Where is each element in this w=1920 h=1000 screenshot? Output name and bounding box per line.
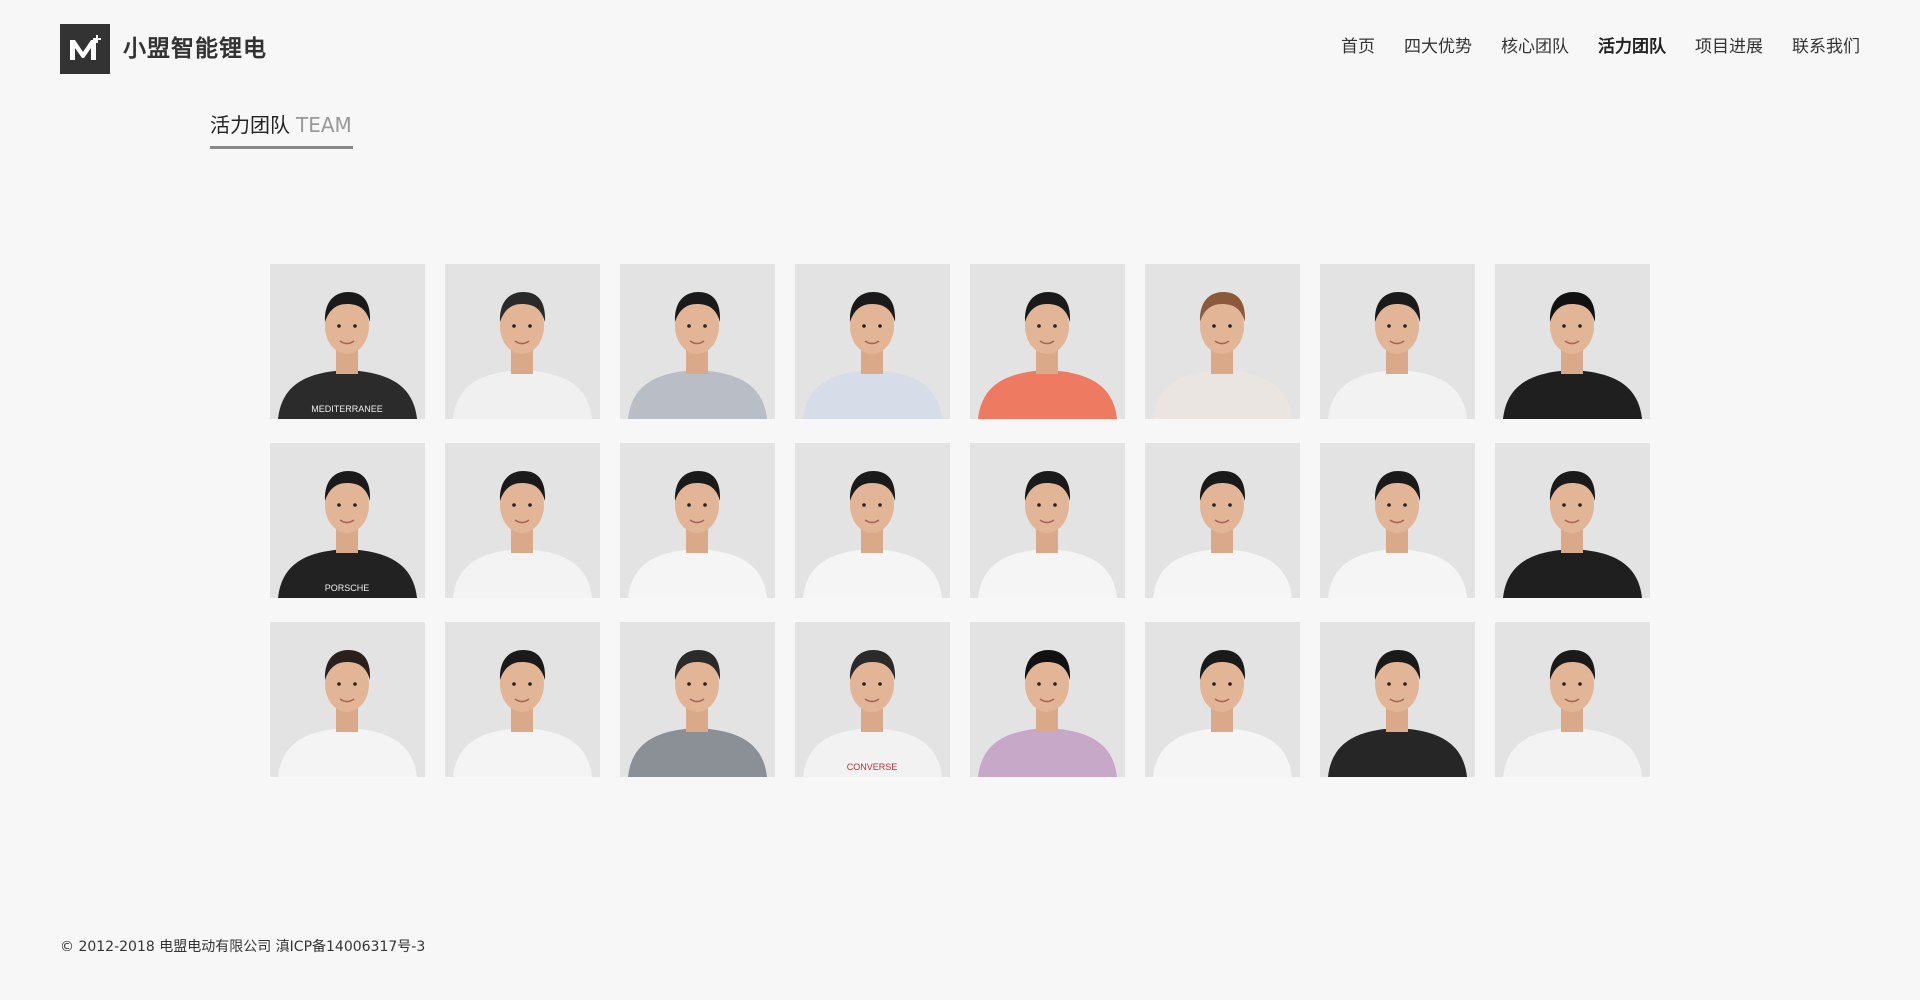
portrait-image (1328, 292, 1467, 419)
page: 小盟智能锂电 首页 四大优势 核心团队 活力团队 项目进展 联系我们 活力团队 T… (0, 0, 1920, 1000)
section-title-cn: 活力团队 (210, 113, 290, 137)
team-member-photo (970, 264, 1125, 419)
nav-item-vital-team[interactable]: 活力团队 (1598, 36, 1666, 58)
team-member-photo (1320, 443, 1475, 598)
team-member-photo (1320, 622, 1475, 777)
portrait-image (1328, 471, 1467, 598)
portrait-image (978, 292, 1117, 419)
team-member-photo (795, 443, 950, 598)
team-member-photo (795, 264, 950, 419)
portrait-image (803, 292, 942, 419)
team-member-photo (970, 622, 1125, 777)
logo[interactable] (60, 24, 110, 74)
m-plus-logo-icon (70, 35, 101, 60)
section-title-en: TEAM (296, 113, 352, 137)
portrait-image (453, 650, 592, 777)
team-member-photo: MEDITERRANEE (270, 264, 425, 419)
main-nav: 首页 四大优势 核心团队 活力团队 项目进展 联系我们 (1312, 36, 1860, 58)
team-member-photo (970, 443, 1125, 598)
team-member-photo (620, 443, 775, 598)
portrait-image (1503, 471, 1642, 598)
portrait-image (628, 471, 767, 598)
team-member-photo (1145, 264, 1300, 419)
section-title-underline (210, 146, 353, 149)
shirt-print-text: MEDITERRANEE (311, 404, 383, 414)
team-member-photo (620, 264, 775, 419)
portrait-image (978, 471, 1117, 598)
portrait-image (628, 292, 767, 419)
portrait-image (1328, 650, 1467, 777)
team-member-photo (1495, 622, 1650, 777)
nav-item-home[interactable]: 首页 (1341, 36, 1375, 58)
portrait-image (803, 471, 942, 598)
team-member-photo (620, 622, 775, 777)
portrait-image (1153, 292, 1292, 419)
team-member-photo (270, 622, 425, 777)
nav-item-progress[interactable]: 项目进展 (1695, 36, 1763, 58)
team-member-photo (1495, 264, 1650, 419)
portrait-image: PORSCHE (278, 471, 417, 598)
portrait-image (978, 650, 1117, 777)
shirt-print-text: PORSCHE (325, 583, 370, 593)
portrait-image (1503, 650, 1642, 777)
team-member-photo (445, 622, 600, 777)
team-member-photo (1145, 443, 1300, 598)
team-member-photo (1145, 622, 1300, 777)
nav-item-advantages[interactable]: 四大优势 (1404, 36, 1472, 58)
portrait-image (453, 471, 592, 598)
team-member-photo: CONVERSE (795, 622, 950, 777)
portrait-image: CONVERSE (803, 650, 942, 777)
portrait-image (1153, 650, 1292, 777)
team-photo-grid: MEDITERRANEE PORSCHE CONVERSE (270, 264, 1650, 777)
portrait-image (453, 292, 592, 419)
team-member-photo (1495, 443, 1650, 598)
footer-copyright: © 2012-2018 电盟电动有限公司 滇ICP备14006317号-3 (60, 939, 426, 955)
nav-item-contact[interactable]: 联系我们 (1792, 36, 1860, 58)
section-title: 活力团队 TEAM (210, 111, 352, 139)
team-member-photo (1320, 264, 1475, 419)
team-member-photo (445, 264, 600, 419)
portrait-image (278, 650, 417, 777)
nav-item-core-team[interactable]: 核心团队 (1501, 36, 1569, 58)
portrait-image (628, 650, 767, 777)
team-member-photo: PORSCHE (270, 443, 425, 598)
portrait-image (1153, 471, 1292, 598)
shirt-print-text: CONVERSE (847, 762, 898, 772)
portrait-image: MEDITERRANEE (278, 292, 417, 419)
team-member-photo (445, 443, 600, 598)
portrait-image (1503, 292, 1642, 419)
brand-name[interactable]: 小盟智能锂电 (123, 32, 267, 66)
